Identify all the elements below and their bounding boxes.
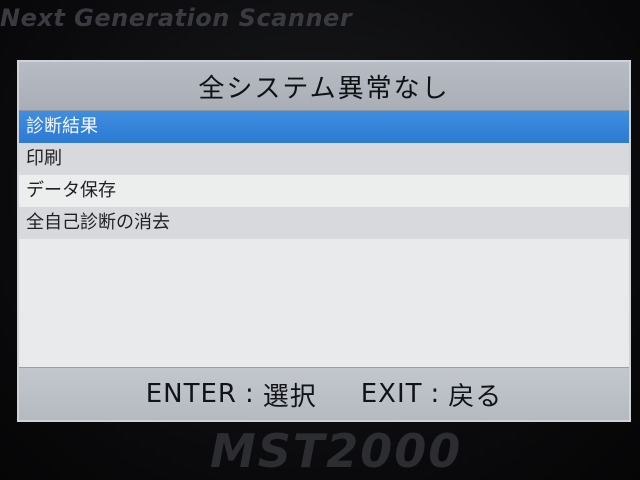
menu-item-clear-all-codes[interactable]: 全自己診断の消去 (19, 207, 629, 239)
menu-item-diagnosis-results[interactable]: 診断結果 (19, 111, 629, 143)
exit-action-label: 戻る (448, 381, 503, 412)
exit-key-label: EXIT (360, 379, 423, 409)
enter-key-label: ENTER (145, 379, 237, 409)
scanner-screen: 全システム異常なし 診断結果 印刷 データ保存 全自己診断の消去 ENTER :… (17, 60, 631, 422)
main-menu: 診断結果 印刷 データ保存 全自己診断の消去 (19, 111, 629, 239)
enter-separator: : (244, 379, 255, 409)
screen-title: 全システム異常なし (198, 73, 450, 104)
exit-separator: : (430, 379, 441, 409)
enter-action-label: 選択 (262, 381, 317, 412)
brand-label: Next Generation Scanner (0, 4, 353, 32)
model-label: MST2000 (210, 424, 463, 478)
title-bar: 全システム異常なし (19, 62, 629, 111)
scanner-device: Next Generation Scanner 全システム異常なし 診断結果 印… (0, 0, 640, 480)
footer-bar: ENTER : 選択 EXIT : 戻る (19, 367, 629, 420)
menu-item-save-data[interactable]: データ保存 (19, 175, 629, 207)
menu-item-print[interactable]: 印刷 (19, 143, 629, 175)
